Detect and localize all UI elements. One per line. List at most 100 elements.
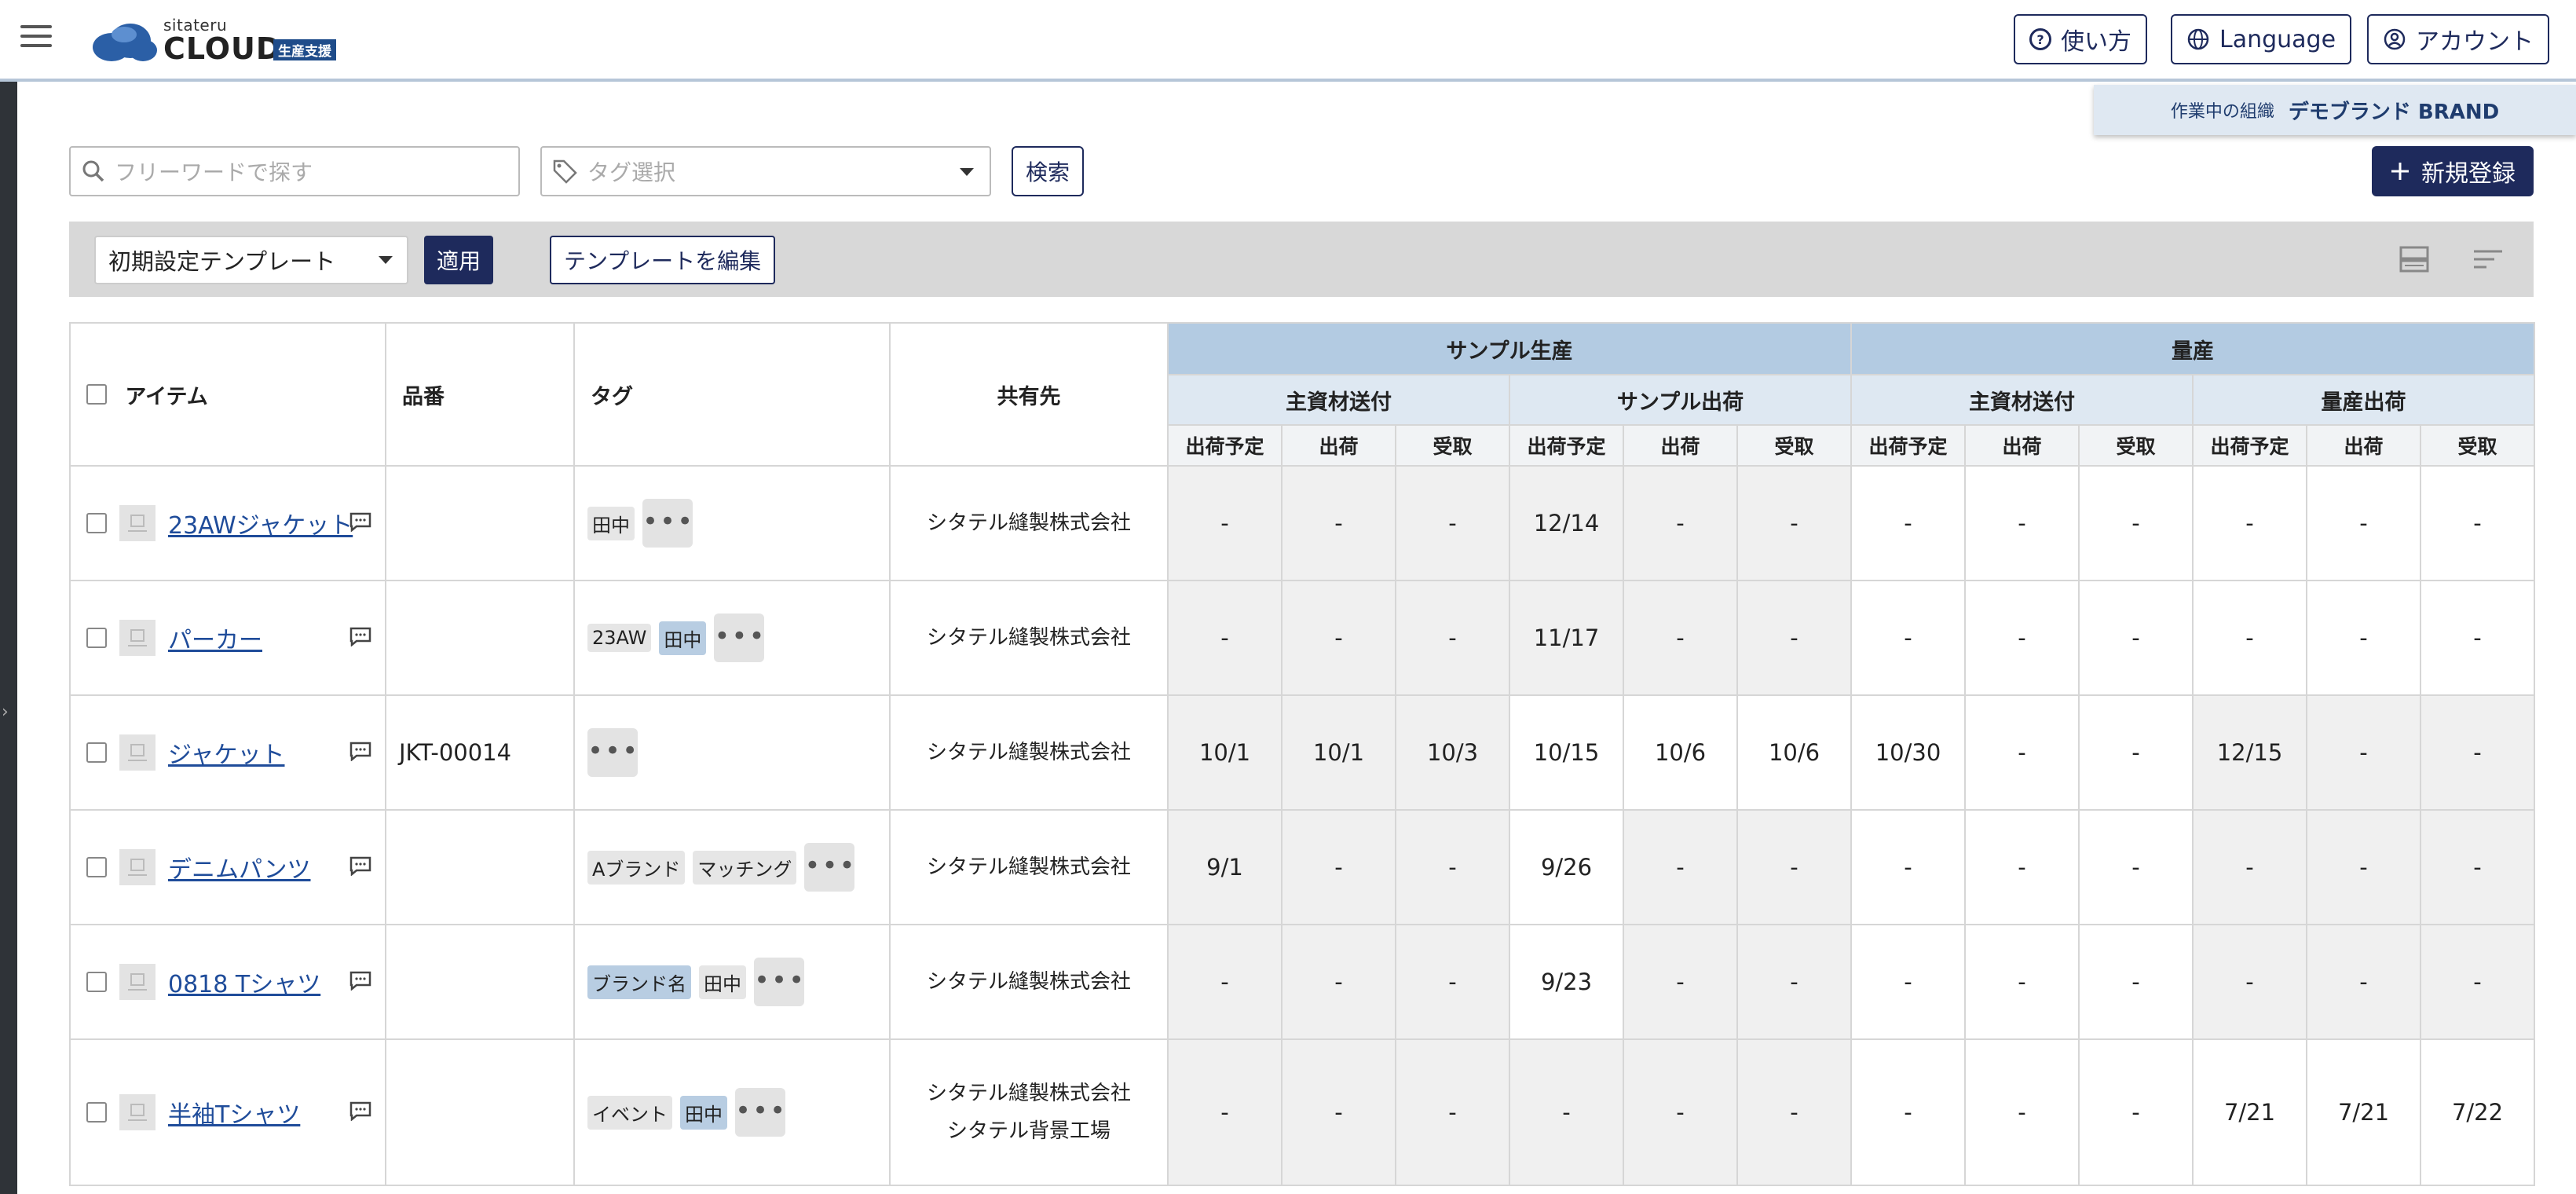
schedule-date-cell[interactable]: - xyxy=(2306,580,2421,696)
item-name-link[interactable]: ジャケット xyxy=(168,742,285,769)
column-header-item[interactable]: アイテム xyxy=(69,322,386,467)
tag-chip[interactable]: 23AW xyxy=(587,624,652,652)
schedule-date-cell[interactable]: 10/30 xyxy=(1850,694,1966,811)
item-thumbnail[interactable] xyxy=(119,620,156,656)
search-button[interactable]: 検索 xyxy=(1012,146,1085,196)
schedule-date-cell[interactable]: - xyxy=(2420,694,2535,811)
schedule-date-cell[interactable]: - xyxy=(2420,809,2535,925)
new-registration-button[interactable]: 新規登録 xyxy=(2372,146,2534,196)
tag-chip[interactable]: 田中 xyxy=(699,965,746,999)
row-checkbox[interactable] xyxy=(86,857,107,877)
schedule-date-cell[interactable]: - xyxy=(1850,465,1966,581)
comment-icon[interactable] xyxy=(349,855,372,876)
comment-icon[interactable] xyxy=(349,1101,372,1121)
schedule-date-cell[interactable]: - xyxy=(1281,809,1396,925)
schedule-date-cell[interactable]: 12/14 xyxy=(1509,465,1624,581)
schedule-date-cell[interactable]: - xyxy=(2078,1038,2194,1186)
schedule-date-cell[interactable]: - xyxy=(1623,1038,1738,1186)
schedule-date-cell[interactable]: - xyxy=(1623,924,1738,1040)
schedule-date-cell[interactable]: - xyxy=(1167,465,1283,581)
schedule-date-cell[interactable]: - xyxy=(1395,1038,1510,1186)
collapsed-sidebar[interactable]: › xyxy=(0,82,17,1194)
schedule-date-cell[interactable]: - xyxy=(1964,809,2080,925)
schedule-date-cell[interactable]: - xyxy=(2078,465,2194,581)
sitateru-cloud-logo[interactable]: sitateru CLOUD 生産支援 xyxy=(91,14,358,66)
schedule-date-cell[interactable]: - xyxy=(2192,924,2307,1040)
tag-select[interactable]: タグ選択 xyxy=(540,146,991,196)
row-checkbox[interactable] xyxy=(86,628,107,648)
more-options-icon[interactable]: ••• xyxy=(714,613,765,662)
item-name-link[interactable]: デニムパンツ xyxy=(168,856,311,884)
account-button[interactable]: アカウント xyxy=(2367,14,2549,64)
schedule-date-cell[interactable]: - xyxy=(1395,924,1510,1040)
schedule-date-cell[interactable]: - xyxy=(1623,465,1738,581)
schedule-date-cell[interactable]: 9/26 xyxy=(1509,809,1624,925)
row-checkbox[interactable] xyxy=(86,972,107,992)
table-row[interactable]: パーカー 23AW 田中 ••• シタテル縫製株式会社 - - -11/17- - - - - - - - xyxy=(69,580,2535,696)
more-options-icon[interactable]: ••• xyxy=(754,958,804,1006)
table-row[interactable]: 半袖Tシャツ イベント 田中 ••• シタテル縫製株式会社 シタテル背景工場 - - - - - - -… xyxy=(69,1038,2535,1186)
hamburger-menu-icon[interactable] xyxy=(20,25,52,47)
layout-view-icon[interactable] xyxy=(2399,245,2430,273)
schedule-date-cell[interactable]: - xyxy=(2420,465,2535,581)
schedule-date-cell[interactable]: 10/1 xyxy=(1281,694,1396,811)
schedule-date-cell[interactable]: 10/1 xyxy=(1167,694,1283,811)
schedule-date-cell[interactable]: - xyxy=(1167,1038,1283,1186)
schedule-date-cell[interactable]: 10/3 xyxy=(1395,694,1510,811)
item-name-link[interactable]: 23AWジャケット xyxy=(168,512,353,540)
schedule-date-cell[interactable]: - xyxy=(1623,580,1738,696)
item-thumbnail[interactable] xyxy=(119,505,156,541)
select-all-checkbox[interactable] xyxy=(86,384,107,405)
schedule-date-cell[interactable]: - xyxy=(1964,465,2080,581)
schedule-date-cell[interactable]: - xyxy=(2420,580,2535,696)
schedule-date-cell[interactable]: - xyxy=(2078,809,2194,925)
schedule-date-cell[interactable]: - xyxy=(1509,1038,1624,1186)
schedule-date-cell[interactable]: 7/21 xyxy=(2192,1038,2307,1186)
schedule-date-cell[interactable]: - xyxy=(1964,1038,2080,1186)
more-options-icon[interactable]: ••• xyxy=(735,1088,785,1137)
schedule-date-cell[interactable]: - xyxy=(1395,465,1510,581)
schedule-date-cell[interactable]: - xyxy=(1736,465,1852,581)
schedule-date-cell[interactable]: - xyxy=(2420,924,2535,1040)
template-select[interactable]: 初期設定テンプレート xyxy=(94,236,408,284)
schedule-date-cell[interactable]: - xyxy=(1850,924,1966,1040)
schedule-date-cell[interactable]: - xyxy=(1964,694,2080,811)
table-row[interactable]: 0818 Tシャツ ブランド名 田中 ••• シタテル縫製株式会社 - - -9/23- - - -… xyxy=(69,924,2535,1040)
sort-icon[interactable] xyxy=(2472,245,2504,273)
schedule-date-cell[interactable]: - xyxy=(1964,924,2080,1040)
tag-chip[interactable]: ブランド名 xyxy=(587,965,691,999)
schedule-date-cell[interactable]: - xyxy=(1736,1038,1852,1186)
schedule-date-cell[interactable]: - xyxy=(1395,580,1510,696)
schedule-date-cell[interactable]: - xyxy=(2306,694,2421,811)
row-checkbox[interactable] xyxy=(86,742,107,763)
schedule-date-cell[interactable]: 9/1 xyxy=(1167,809,1283,925)
table-row[interactable]: ジャケット JKT-00014 ••• シタテル縫製株式会社 10/1 10/1 10/3 1… xyxy=(69,694,2535,811)
schedule-date-cell[interactable]: 11/17 xyxy=(1509,580,1624,696)
schedule-date-cell[interactable]: 7/21 xyxy=(2306,1038,2421,1186)
table-row[interactable]: 23AWジャケット 田中 ••• シタテル縫製株式会社 - - -12/14- - - - - - - - xyxy=(69,465,2535,581)
schedule-date-cell[interactable]: - xyxy=(2192,465,2307,581)
schedule-date-cell[interactable]: - xyxy=(1850,1038,1966,1186)
schedule-date-cell[interactable]: 10/6 xyxy=(1623,694,1738,811)
schedule-date-cell[interactable]: 9/23 xyxy=(1509,924,1624,1040)
item-thumbnail[interactable] xyxy=(119,734,156,771)
tag-chip[interactable]: Aブランド xyxy=(587,850,686,885)
comment-icon[interactable] xyxy=(349,970,372,991)
schedule-date-cell[interactable]: - xyxy=(1281,1038,1396,1186)
schedule-date-cell[interactable]: 7/22 xyxy=(2420,1038,2535,1186)
item-name-link[interactable]: 0818 Tシャツ xyxy=(168,971,320,998)
schedule-date-cell[interactable]: - xyxy=(1395,809,1510,925)
schedule-date-cell[interactable]: - xyxy=(2078,694,2194,811)
comment-icon[interactable] xyxy=(349,626,372,646)
schedule-date-cell[interactable]: - xyxy=(2078,580,2194,696)
schedule-date-cell[interactable]: - xyxy=(2306,924,2421,1040)
schedule-date-cell[interactable]: 10/6 xyxy=(1736,694,1852,811)
row-checkbox[interactable] xyxy=(86,1102,107,1123)
schedule-date-cell[interactable]: - xyxy=(1736,924,1852,1040)
schedule-date-cell[interactable]: - xyxy=(1167,580,1283,696)
schedule-date-cell[interactable]: 12/15 xyxy=(2192,694,2307,811)
tag-chip[interactable]: マッチング xyxy=(693,850,797,885)
schedule-date-cell[interactable]: - xyxy=(1736,580,1852,696)
schedule-date-cell[interactable]: - xyxy=(2192,580,2307,696)
more-options-icon[interactable]: ••• xyxy=(587,728,638,777)
